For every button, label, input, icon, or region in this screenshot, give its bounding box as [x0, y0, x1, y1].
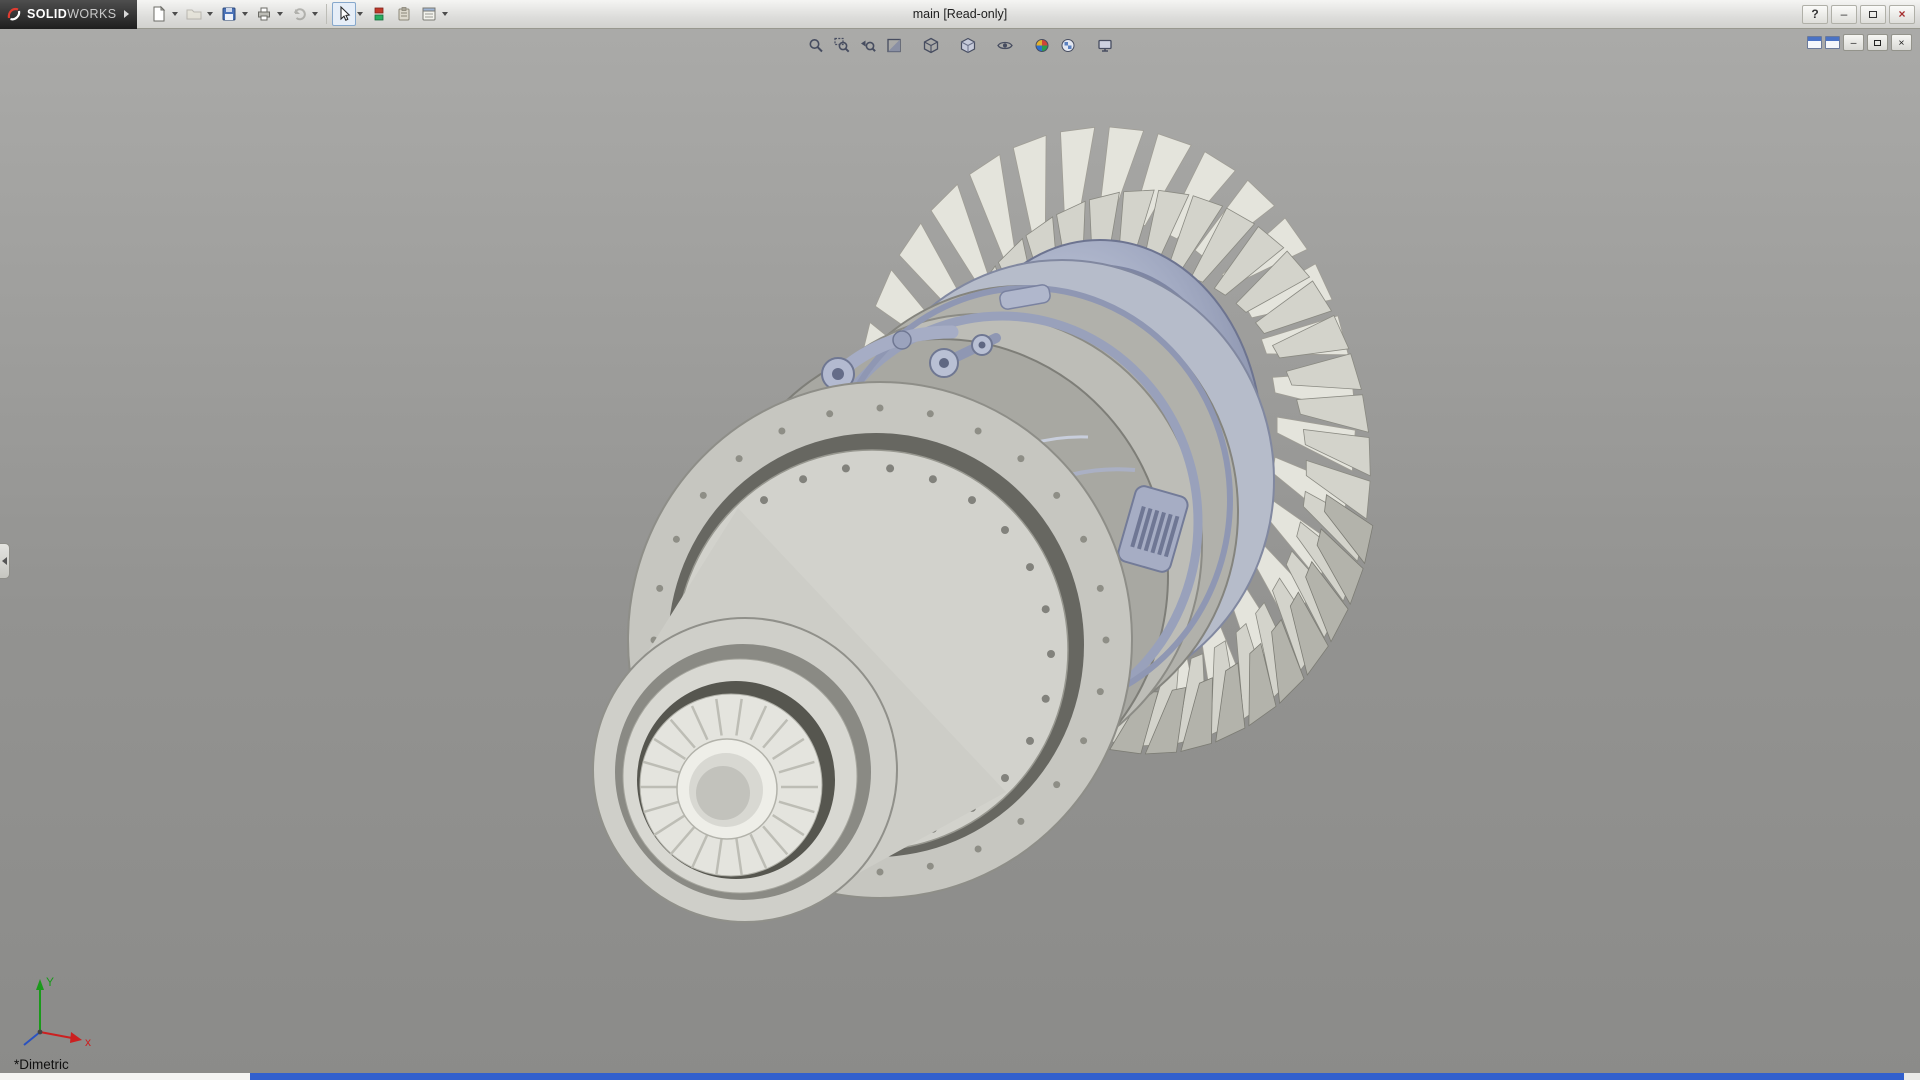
ds-logo-icon: [6, 6, 22, 22]
dropdown-caret[interactable]: [442, 12, 448, 16]
next-window-button[interactable]: [1825, 36, 1840, 49]
options-button[interactable]: [417, 2, 441, 26]
main-toolbar: [137, 2, 451, 26]
open-folder-icon: [185, 5, 203, 23]
selection-filter-icon: [370, 5, 388, 23]
view-settings-icon: [1096, 37, 1113, 54]
select-cursor-icon: [335, 5, 353, 23]
print-icon: [255, 5, 273, 23]
dropdown-caret[interactable]: [357, 12, 363, 16]
undo-button[interactable]: [287, 2, 311, 26]
save-button[interactable]: [217, 2, 241, 26]
help-button[interactable]: ?: [1802, 5, 1828, 24]
help-glyph: ?: [1811, 7, 1818, 21]
display-style-icon: [959, 37, 976, 54]
clipboard-button[interactable]: [392, 2, 416, 26]
statusbar-right-segment: [1904, 1073, 1920, 1080]
minimize-button[interactable]: –: [1831, 5, 1857, 24]
solidworks-window: SOLIDWORKS: [0, 0, 1920, 1080]
brand-name: SOLIDWORKS: [27, 7, 116, 21]
selection-filter-button[interactable]: [367, 2, 391, 26]
reference-triad: Y x: [8, 970, 100, 1056]
mdi-restore-glyph-icon: [1874, 40, 1881, 46]
toolbar-separator: [326, 4, 327, 24]
brand-expand-icon[interactable]: [124, 10, 129, 18]
mdi-minimize-glyph: –: [1851, 37, 1857, 49]
dropdown-caret[interactable]: [172, 12, 178, 16]
previous-window-button[interactable]: [1807, 36, 1822, 49]
display-style-button[interactable]: [956, 34, 980, 56]
solidworks-logo: SOLIDWORKS: [0, 0, 137, 29]
view-settings-button[interactable]: [1093, 34, 1117, 56]
section-view-button[interactable]: [882, 34, 906, 56]
eye-icon: [996, 37, 1013, 54]
statusbar-blue-segment: [250, 1073, 1904, 1080]
previous-view-icon: [859, 37, 876, 54]
bottom-strip: [0, 1073, 1920, 1080]
minimize-glyph: –: [1841, 7, 1848, 21]
window-controls: ? – ×: [1802, 5, 1920, 24]
section-view-icon: [885, 37, 902, 54]
titlebar: SOLIDWORKS: [0, 0, 1920, 29]
zoom-to-fit-icon: [807, 37, 824, 54]
open-document-button[interactable]: [182, 2, 206, 26]
restore-glyph-icon: [1869, 11, 1877, 18]
restore-button[interactable]: [1860, 5, 1886, 24]
clipboard-icon: [395, 5, 413, 23]
graphics-area[interactable]: – × Y x *Dimetric: [0, 29, 1920, 1080]
featuremanager-flyout-tab[interactable]: [0, 543, 10, 579]
apply-scene-button[interactable]: [1056, 34, 1080, 56]
close-button[interactable]: ×: [1889, 5, 1915, 24]
dropdown-caret[interactable]: [312, 12, 318, 16]
mdi-close-glyph: ×: [1898, 37, 1904, 49]
undo-icon: [290, 5, 308, 23]
statusbar-left-segment: [0, 1073, 250, 1080]
scene-ball-icon: [1059, 37, 1076, 54]
select-tool-button[interactable]: [332, 2, 356, 26]
triad-x-label: x: [85, 1035, 91, 1049]
print-button[interactable]: [252, 2, 276, 26]
view-orientation-button[interactable]: [919, 34, 943, 56]
mdi-window-controls: – ×: [1807, 34, 1912, 51]
chevron-left-icon: [2, 557, 7, 565]
dropdown-caret[interactable]: [207, 12, 213, 16]
options-form-icon: [420, 5, 438, 23]
mdi-restore-button[interactable]: [1867, 34, 1888, 51]
orientation-label: *Dimetric: [14, 1057, 69, 1072]
zoom-to-area-icon: [833, 37, 850, 54]
previous-view-button[interactable]: [856, 34, 880, 56]
view-orientation-cube-icon: [922, 37, 939, 54]
close-glyph: ×: [1898, 7, 1905, 21]
appearance-ball-icon: [1033, 37, 1050, 54]
new-document-icon: [150, 5, 168, 23]
triad-y-label: Y: [46, 975, 54, 989]
zoom-to-area-button[interactable]: [830, 34, 854, 56]
zoom-to-fit-button[interactable]: [804, 34, 828, 56]
dropdown-caret[interactable]: [277, 12, 283, 16]
dropdown-caret[interactable]: [242, 12, 248, 16]
engine-model: [0, 29, 1920, 1080]
edit-appearance-button[interactable]: [1030, 34, 1054, 56]
hide-show-items-button[interactable]: [993, 34, 1017, 56]
mdi-minimize-button[interactable]: –: [1843, 34, 1864, 51]
window-title: main [Read-only]: [913, 0, 1008, 29]
new-document-button[interactable]: [147, 2, 171, 26]
save-icon: [220, 5, 238, 23]
mdi-close-button[interactable]: ×: [1891, 34, 1912, 51]
heads-up-toolbar: [804, 34, 1117, 56]
